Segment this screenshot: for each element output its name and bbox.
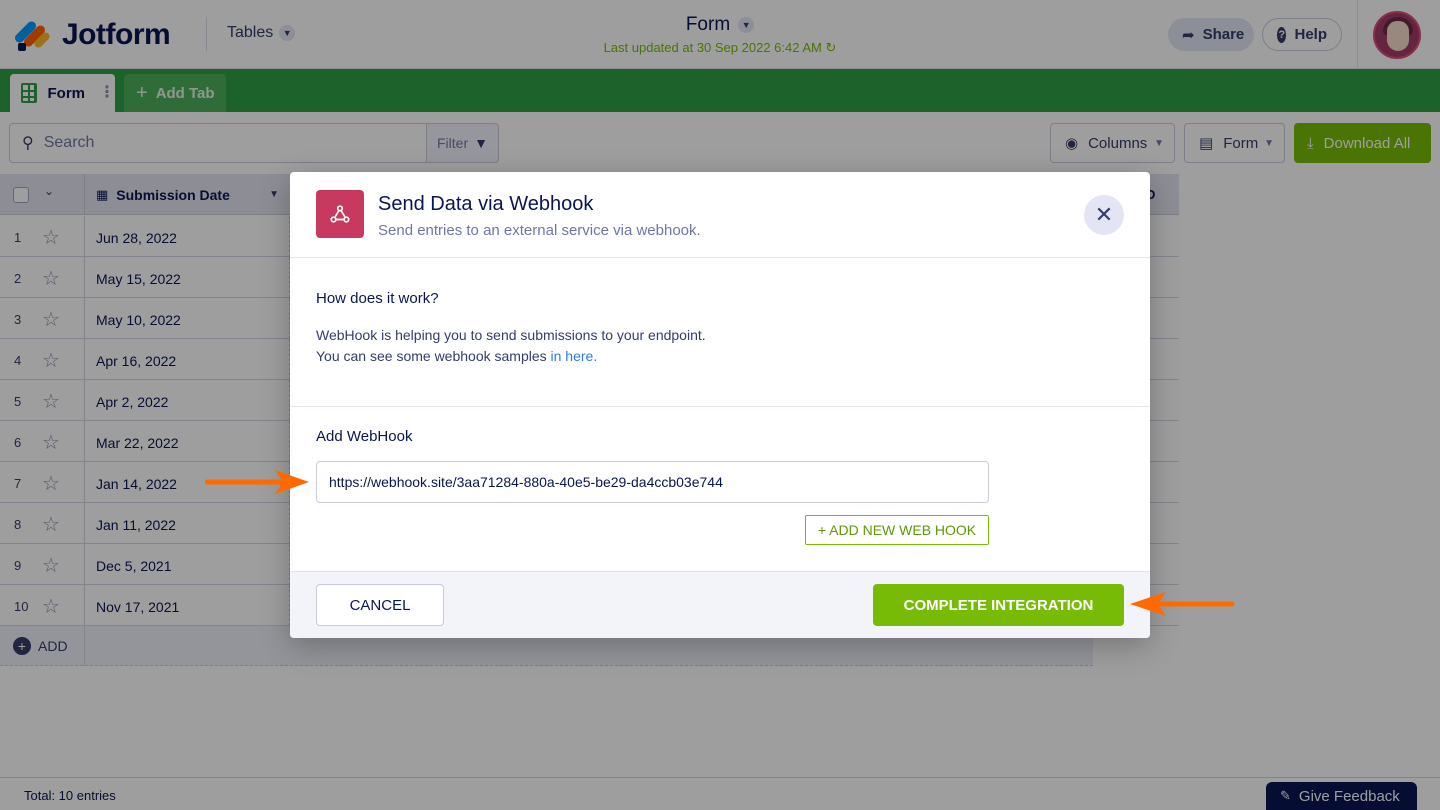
webhook-modal: Send Data via Webhook Send entries to an… <box>290 172 1150 638</box>
add-webhook-heading: Add WebHook <box>316 428 413 445</box>
how-line-1: WebHook is helping you to send submissio… <box>316 327 706 343</box>
how-it-works-heading: How does it work? <box>316 290 439 307</box>
modal-subtitle: Send entries to an external service via … <box>378 222 701 239</box>
modal-title: Send Data via Webhook <box>378 193 594 215</box>
how-it-works-section: How does it work? WebHook is helping you… <box>290 258 1150 407</box>
annotation-arrow-left-icon <box>1130 592 1235 616</box>
modal-footer: CANCEL COMPLETE INTEGRATION <box>290 571 1150 638</box>
close-icon[interactable]: ✕ <box>1084 195 1124 235</box>
webhook-icon <box>316 190 364 238</box>
how-it-works-text: WebHook is helping you to send submissio… <box>316 325 706 367</box>
cancel-button[interactable]: CANCEL <box>316 584 444 626</box>
add-new-webhook-button[interactable]: + ADD NEW WEB HOOK <box>805 515 989 545</box>
modal-header: Send Data via Webhook Send entries to an… <box>290 172 1150 258</box>
how-line-2: You can see some webhook samples <box>316 348 551 364</box>
samples-link[interactable]: in here. <box>551 348 598 364</box>
webhook-url-input[interactable] <box>316 461 989 503</box>
complete-integration-button[interactable]: COMPLETE INTEGRATION <box>873 584 1124 626</box>
annotation-arrow-right-icon <box>205 470 309 494</box>
